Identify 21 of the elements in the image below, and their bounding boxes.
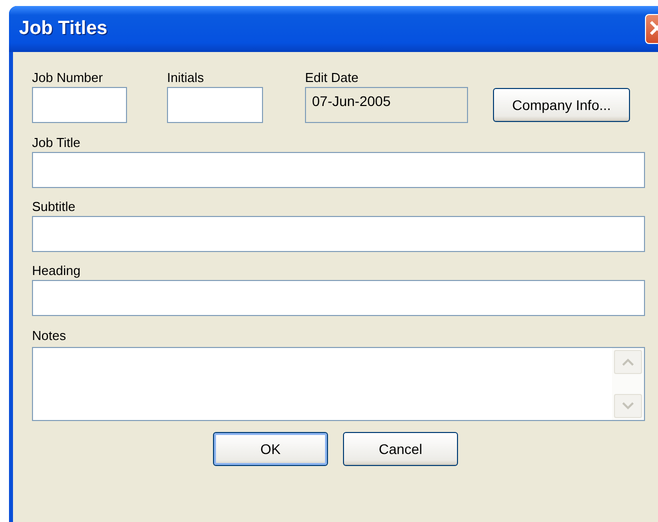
field-label: Subtitle (32, 199, 76, 215)
input-field[interactable] (32, 152, 645, 188)
cancel-button[interactable]: Cancel (343, 432, 458, 466)
input-field[interactable] (32, 87, 127, 123)
notes-field[interactable] (32, 347, 645, 421)
field-label: Edit Date (305, 70, 360, 86)
window-title: Job Titles (19, 18, 108, 40)
field-label: Initials (167, 70, 205, 86)
input-field[interactable] (167, 87, 263, 123)
company-info-button[interactable]: Company Info... (493, 88, 630, 122)
field-label: Notes (32, 328, 67, 344)
field-label: Heading (32, 263, 82, 279)
ok-button[interactable]: OK (213, 432, 328, 466)
input-field[interactable]: 07-Jun-2005 (305, 87, 468, 123)
input-field[interactable] (32, 280, 645, 316)
scroll-down-icon[interactable] (614, 394, 642, 418)
field-label: Job Number (32, 70, 104, 86)
input-field[interactable] (32, 216, 645, 252)
field-label: Job Title (32, 135, 82, 151)
scrollbar[interactable] (612, 348, 644, 420)
scroll-up-icon[interactable] (614, 350, 642, 374)
